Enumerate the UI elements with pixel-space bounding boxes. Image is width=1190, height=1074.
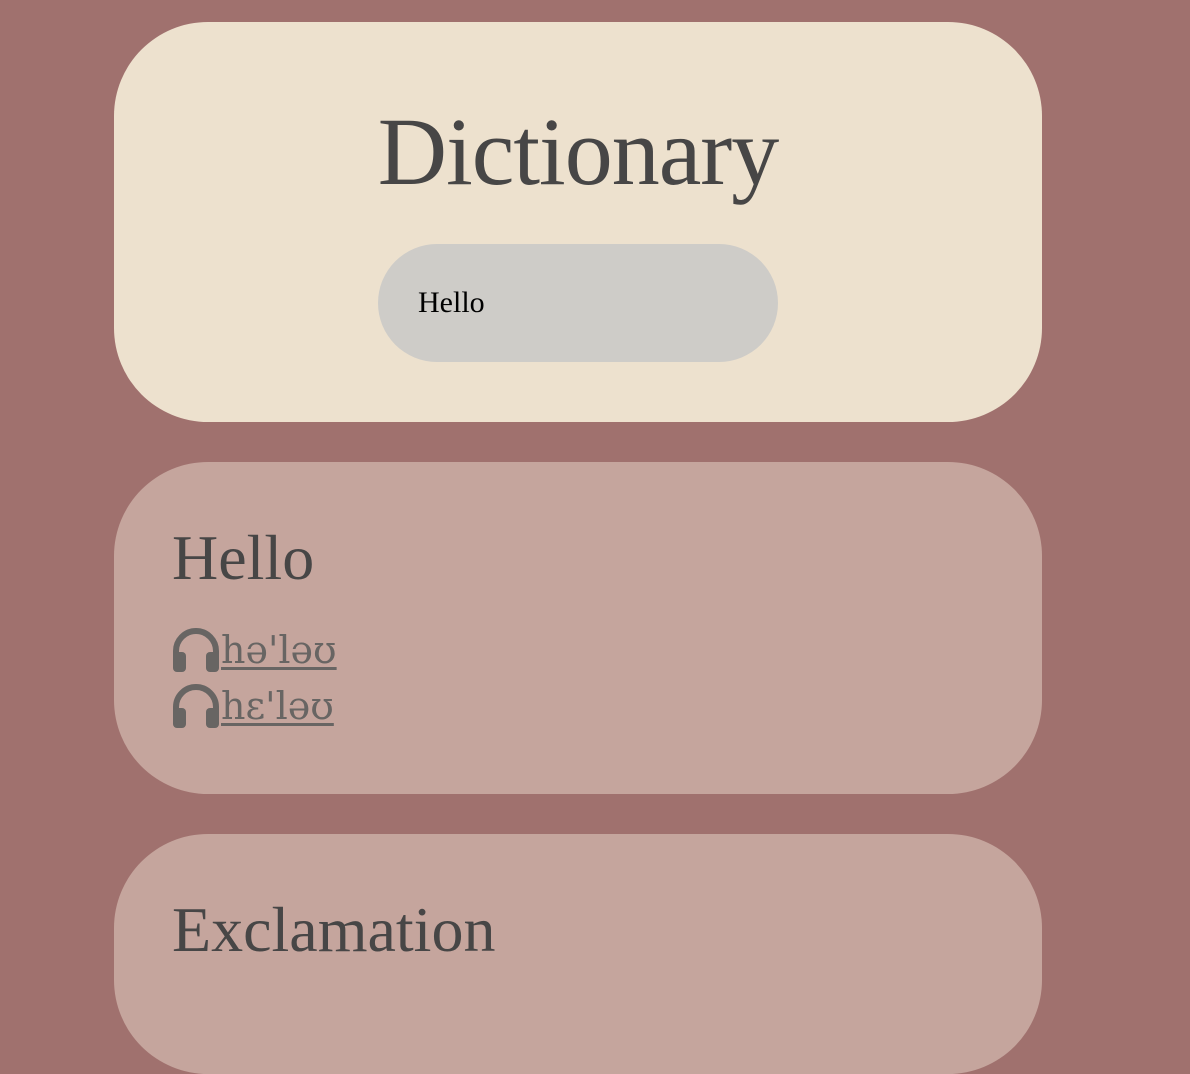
search-card: Dictionary bbox=[114, 22, 1042, 422]
part-of-speech-heading: Exclamation bbox=[172, 894, 496, 965]
pronunciation-link[interactable]: hə'ləʊ bbox=[221, 631, 337, 669]
search-input[interactable] bbox=[378, 244, 778, 362]
pronunciation-item[interactable]: hɛ'ləʊ bbox=[172, 678, 337, 734]
meaning-card: Exclamation bbox=[114, 834, 1042, 1074]
entry-word-heading: Hello bbox=[172, 522, 315, 593]
word-entry-card: Hello hə'ləʊ hɛ'ləʊ bbox=[114, 462, 1042, 794]
headphones-icon[interactable] bbox=[172, 627, 220, 673]
pronunciation-link[interactable]: hɛ'ləʊ bbox=[221, 687, 334, 725]
pronunciation-item[interactable]: hə'ləʊ bbox=[172, 622, 337, 678]
headphones-icon[interactable] bbox=[172, 683, 220, 729]
page-title: Dictionary bbox=[377, 98, 780, 205]
pronunciation-list: hə'ləʊ hɛ'ləʊ bbox=[172, 622, 337, 734]
